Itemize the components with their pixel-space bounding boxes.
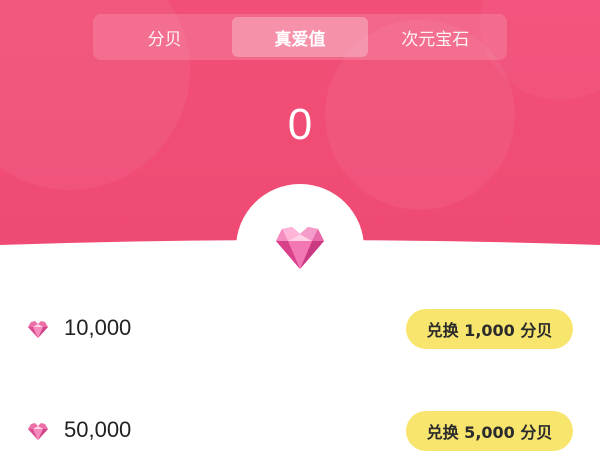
heart-gem-icon xyxy=(28,423,48,440)
tab-decibel[interactable]: 分贝 xyxy=(97,17,232,57)
exchange-button[interactable]: 兑换 5,000 分贝 xyxy=(406,411,573,451)
exchange-button[interactable]: 兑换 1,000 分贝 xyxy=(406,309,573,349)
tab-dimension-gem[interactable]: 次元宝石 xyxy=(368,17,503,57)
exchange-amount: 10,000 xyxy=(64,315,132,340)
tab-bar: 分贝 真爱值 次元宝石 xyxy=(93,14,507,60)
heart-gem-icon xyxy=(28,321,48,338)
exchange-amount: 50,000 xyxy=(64,417,132,442)
exchange-row: 50,000 兑换 5,000 分贝 xyxy=(0,407,600,457)
balance-value: 0 xyxy=(287,100,313,149)
tab-true-love[interactable]: 真爱值 xyxy=(232,17,368,57)
exchange-row: 10,000 兑换 1,000 分贝 xyxy=(0,305,600,355)
heart-gem-icon xyxy=(276,227,324,269)
header-panel: 分贝 真爱值 次元宝石 0 xyxy=(0,0,600,300)
